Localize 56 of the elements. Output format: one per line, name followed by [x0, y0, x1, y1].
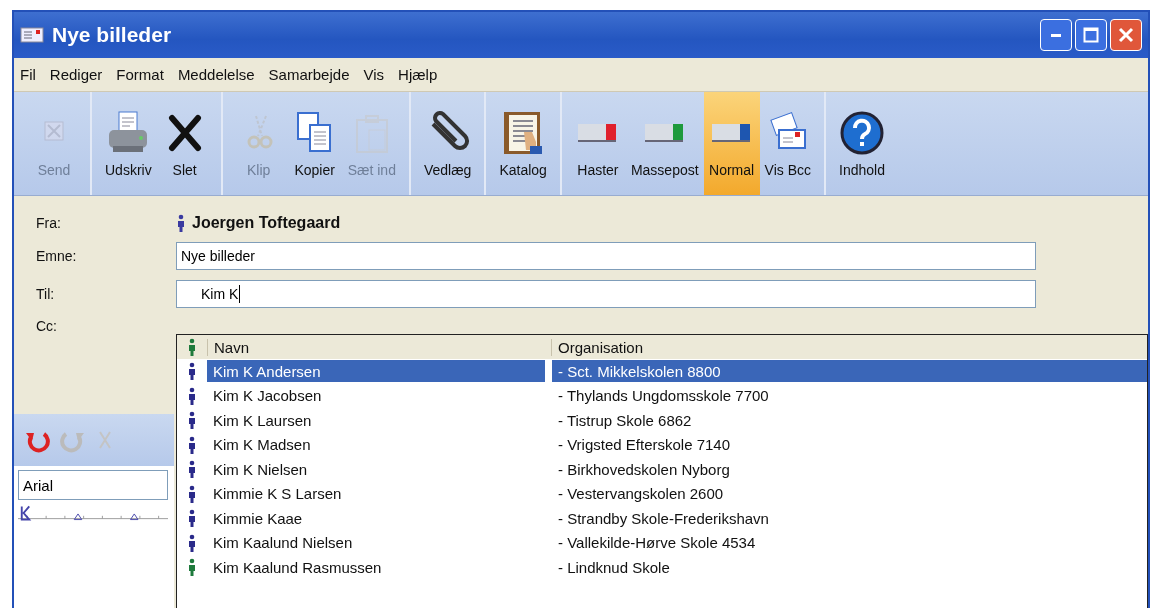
- organisation-name: - Birkhovedskolen Nyborg: [557, 459, 731, 480]
- toolbar-button[interactable]: Massepost: [625, 92, 704, 195]
- recipient-field[interactable]: Kim K: [176, 280, 1036, 308]
- menu-item[interactable]: Samarbejde: [268, 66, 350, 83]
- close-icon: [1118, 27, 1134, 43]
- toolbar-button[interactable]: Haster: [569, 92, 626, 195]
- toolbar-button[interactable]: Indhold: [834, 92, 891, 195]
- sender-name: Joergen Toftegaard: [192, 214, 341, 232]
- menu-item[interactable]: Hjælp: [398, 66, 438, 83]
- organisation-name: - Lindknud Skole: [557, 557, 671, 578]
- toolbar-button[interactable]: Vis Bcc: [759, 92, 817, 195]
- organisation-name: - Strandby Skole-Frederikshavn: [557, 508, 770, 529]
- help-icon: [839, 109, 886, 156]
- field-label: Til:: [36, 286, 56, 302]
- column-header[interactable]: Organisation: [551, 338, 644, 356]
- organisation-name: - Vallekilde-Hørve Skole 4534: [557, 533, 757, 554]
- menu-item[interactable]: Meddelelse: [177, 66, 255, 83]
- organisation-name: - Vrigsted Efterskole 7140: [557, 435, 732, 456]
- toolbar-button[interactable]: Udskriv: [100, 92, 157, 195]
- subject-field[interactable]: Nye billeder: [176, 242, 1036, 270]
- contact-name[interactable]: Kim K Laursen: [207, 409, 545, 432]
- contact-name[interactable]: Kim K Andersen: [207, 360, 545, 383]
- menu-item[interactable]: Vis: [363, 66, 385, 83]
- toolbar-button[interactable]: Slet: [156, 92, 213, 195]
- organisation-name: - Thylands Ungdomsskole 7700: [557, 386, 770, 407]
- organisation-name: - Sct. Mikkelskolen 8800: [552, 360, 1147, 383]
- organisation-name: - Vestervangskolen 2600: [557, 484, 725, 505]
- toolbar-button[interactable]: Normal: [703, 92, 760, 195]
- menu-item[interactable]: Format: [116, 66, 164, 83]
- organisation-name: - Tistrup Skole 6862: [557, 410, 693, 431]
- column-header[interactable]: Navn: [207, 338, 551, 356]
- contact-name[interactable]: Kim Kaalund Rasmussen: [207, 556, 545, 579]
- minimize-button[interactable]: [1040, 19, 1072, 51]
- menu-item[interactable]: Rediger: [49, 66, 103, 83]
- field-label: Cc:: [36, 318, 58, 334]
- contact-name[interactable]: Kim K Madsen: [207, 433, 545, 456]
- contact-name[interactable]: Kim K Jacobsen: [207, 384, 545, 407]
- person-icon: [176, 214, 186, 232]
- contact-name[interactable]: Kim K Nielsen: [207, 458, 545, 481]
- field-label: Emne:: [36, 248, 78, 264]
- envelope-icon: [20, 27, 44, 43]
- window-title: Nye billeder: [52, 23, 173, 47]
- contact-name[interactable]: Kim Kaalund Nielsen: [207, 531, 545, 554]
- maximize-icon: [1083, 27, 1099, 43]
- maximize-button[interactable]: [1075, 19, 1107, 51]
- font-field[interactable]: Arial: [18, 470, 168, 500]
- field-label: Fra:: [36, 215, 62, 231]
- toolbar-button[interactable]: Katalog: [494, 92, 552, 195]
- menu-item[interactable]: Fil: [20, 66, 36, 83]
- close-button[interactable]: [1110, 19, 1142, 51]
- toolbar-button[interactable]: Vedlæg: [418, 92, 477, 195]
- contact-name[interactable]: Kimmie K S Larsen: [207, 482, 545, 505]
- person-icon: [187, 338, 197, 356]
- contact-name[interactable]: Kimmie Kaae: [207, 507, 545, 530]
- toolbar-button[interactable]: Kopier: [286, 92, 343, 195]
- minimize-icon: [1051, 33, 1061, 37]
